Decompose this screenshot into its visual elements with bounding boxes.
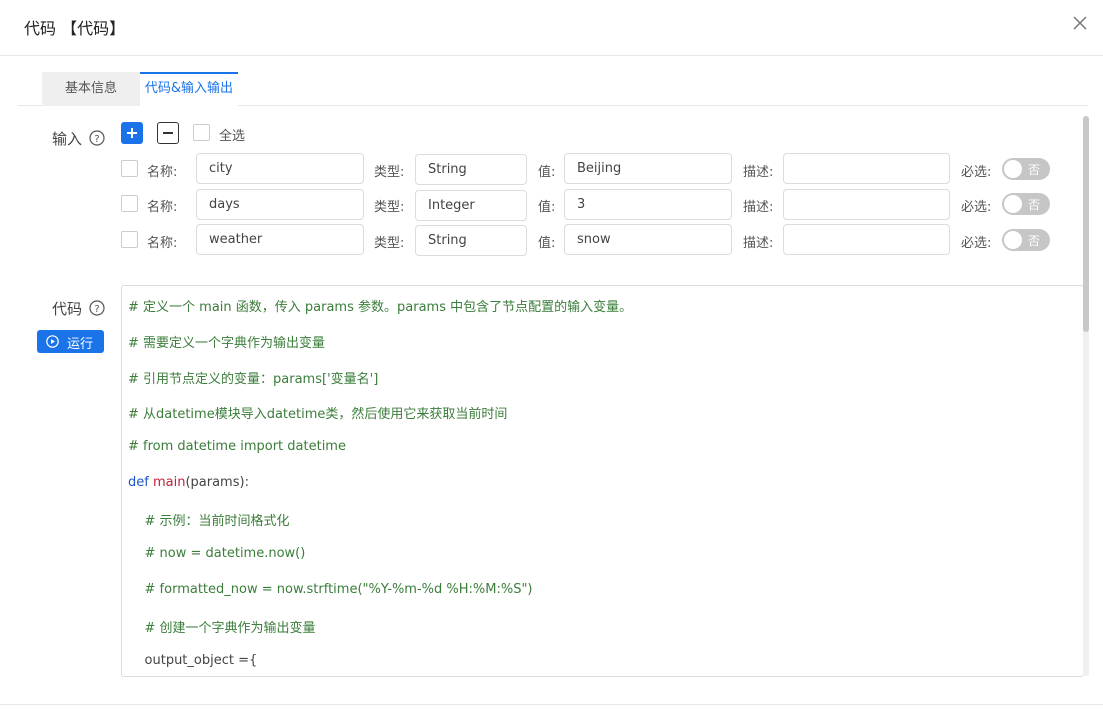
tab-basic-info[interactable]: 基本信息 [42,72,140,106]
value-input[interactable]: Beijing [564,153,732,184]
row-checkbox[interactable] [121,160,138,177]
svg-text:?: ? [94,134,99,145]
name-label: 名称: [147,200,178,215]
type-label: 类型: [374,200,405,215]
run-button[interactable]: 运行 [37,330,104,353]
tab-bar: 基本信息 代码&输入输出 [18,72,1088,106]
row-checkbox[interactable] [121,195,138,212]
scrollbar[interactable] [1083,116,1089,676]
value-label: 值: [538,200,556,215]
toggle-knob [1004,231,1022,249]
code-line: # 示例：当前时间格式化 [128,514,290,529]
code-function-args: (params): [185,475,249,490]
input-help-icon[interactable]: ? [89,130,105,146]
code-line: # 定义一个 main 函数，传入 params 参数。params 中包含了节… [128,300,633,315]
code-line: output_object ={ [128,653,258,668]
tab-code-io[interactable]: 代码&输入输出 [140,72,238,106]
code-line: # from datetime import datetime [128,439,346,454]
remove-param-button[interactable] [157,122,179,144]
code-keyword: def [128,475,149,490]
name-input[interactable]: weather [196,224,364,255]
toggle-label: 否 [1028,234,1041,248]
desc-label: 描述: [743,236,774,251]
code-line: # 从datetime模块导入datetime类，然后使用它来获取当前时间 [128,407,508,422]
select-all-checkbox[interactable] [193,124,210,141]
code-line-def: def main(params): [128,475,249,490]
required-label: 必选: [961,165,992,180]
type-label: 类型: [374,165,405,180]
dialog-title: 代码 【代码】 [24,19,126,38]
toggle-label: 否 [1028,163,1041,177]
value-input[interactable]: snow [564,224,732,255]
code-line: # 引用节点定义的变量：params['变量名'] [128,372,379,387]
code-line: # now = datetime.now() [128,546,306,561]
code-function-name: main [152,475,186,490]
code-line: # formatted_now = now.strftime("%Y-%m-%d… [128,582,533,597]
code-section-label: 代码 [52,300,83,318]
value-label: 值: [538,236,556,251]
desc-input[interactable] [783,224,950,255]
name-label: 名称: [147,236,178,251]
desc-label: 描述: [743,165,774,180]
code-node-dialog: 代码 【代码】 基本信息 代码&输入输出 输入 ? 全选 名称: city 类型… [0,0,1103,710]
type-label: 类型: [374,236,405,251]
required-toggle[interactable]: 否 [1002,229,1050,251]
close-icon[interactable] [1071,14,1089,32]
value-input[interactable]: 3 [564,189,732,220]
footer-divider [0,704,1103,705]
desc-input[interactable] [783,189,950,220]
code-line: # 需要定义一个字典作为输出变量 [128,336,326,351]
required-label: 必选: [961,200,992,215]
value-label: 值: [538,165,556,180]
toggle-knob [1004,195,1022,213]
scrollbar-thumb[interactable] [1083,116,1089,332]
required-toggle[interactable]: 否 [1002,193,1050,215]
toggle-label: 否 [1028,198,1041,212]
type-input[interactable]: Integer [415,190,527,221]
toggle-knob [1004,160,1022,178]
code-editor[interactable]: # 定义一个 main 函数，传入 params 参数。params 中包含了节… [121,285,1084,677]
desc-label: 描述: [743,200,774,215]
type-input[interactable]: String [415,154,527,185]
add-param-button[interactable] [121,122,143,144]
play-circle-icon [46,335,59,348]
name-input[interactable]: days [196,189,364,220]
type-input[interactable]: String [415,225,527,256]
code-help-icon[interactable]: ? [89,300,105,316]
row-checkbox[interactable] [121,231,138,248]
svg-text:?: ? [94,304,99,315]
dialog-header: 代码 【代码】 [0,0,1103,56]
required-toggle[interactable]: 否 [1002,158,1050,180]
select-all-label: 全选 [219,129,246,144]
desc-input[interactable] [783,153,950,184]
required-label: 必选: [961,236,992,251]
name-input[interactable]: city [196,153,364,184]
code-line: # 创建一个字典作为输出变量 [128,621,316,636]
run-button-label: 运行 [67,337,94,352]
name-label: 名称: [147,165,178,180]
input-section-label: 输入 [52,130,83,148]
